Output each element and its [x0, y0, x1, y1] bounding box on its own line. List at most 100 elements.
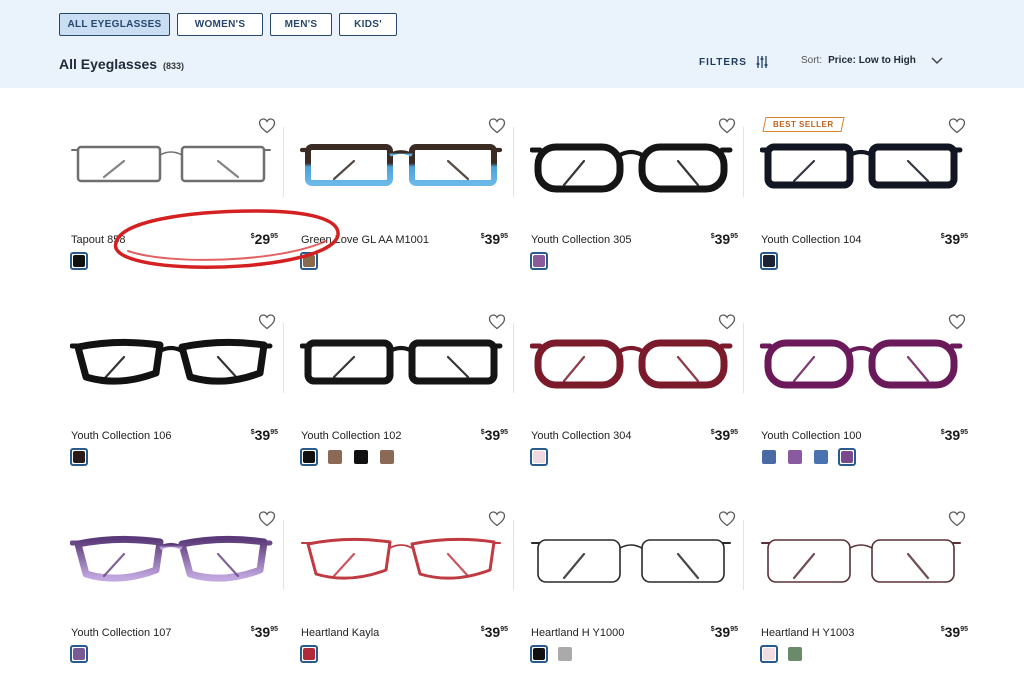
color-swatches — [530, 448, 548, 466]
color-swatches — [70, 252, 88, 270]
price-dollars: 39 — [484, 231, 501, 247]
color-swatch[interactable] — [812, 448, 830, 466]
filters-button[interactable]: FILTERS — [699, 55, 769, 69]
eyeglasses-image[interactable] — [69, 532, 280, 602]
color-swatch[interactable] — [378, 448, 396, 466]
product-name[interactable]: Heartland H Y1003 — [761, 627, 854, 639]
favorite-heart-icon[interactable] — [488, 510, 506, 528]
favorite-heart-icon[interactable] — [718, 117, 736, 135]
color-swatches — [760, 252, 778, 270]
color-swatch[interactable] — [352, 448, 370, 466]
product-card[interactable]: Tapout 858 $2995 — [70, 117, 280, 297]
product-name[interactable]: Youth Collection 100 — [761, 430, 862, 442]
tab-all-eyeglasses[interactable]: ALL EYEGLASSES — [59, 13, 170, 36]
product-name[interactable]: Heartland H Y1000 — [531, 627, 624, 639]
product-card[interactable]: Youth Collection 102 $3995 — [299, 313, 510, 493]
product-price: $3995 — [481, 427, 508, 443]
color-swatch[interactable] — [556, 645, 574, 663]
color-swatches — [530, 252, 548, 270]
color-swatch[interactable] — [70, 645, 88, 663]
color-swatch[interactable] — [530, 448, 548, 466]
color-swatches — [530, 645, 574, 663]
color-swatch[interactable] — [530, 645, 548, 663]
color-swatch[interactable] — [786, 448, 804, 466]
price-dollars: 39 — [254, 624, 271, 640]
favorite-heart-icon[interactable] — [258, 510, 276, 528]
column-divider — [513, 323, 514, 393]
product-name[interactable]: Youth Collection 106 — [71, 430, 172, 442]
favorite-heart-icon[interactable] — [948, 117, 966, 135]
product-name[interactable]: Heartland Kayla — [301, 627, 379, 639]
product-card[interactable]: Heartland Kayla $3995 — [300, 510, 510, 690]
product-name[interactable]: Youth Collection 104 — [761, 234, 862, 246]
currency-symbol: $ — [250, 233, 255, 240]
swatch-chip — [788, 450, 802, 464]
tab-womens[interactable]: WOMEN'S — [177, 13, 263, 36]
color-swatch[interactable] — [70, 448, 88, 466]
eyeglasses-image[interactable] — [529, 139, 740, 209]
product-card[interactable]: Green Love GL AA M1001 $3995 — [299, 117, 510, 297]
eyeglasses-image[interactable] — [759, 335, 970, 405]
favorite-heart-icon[interactable] — [258, 313, 276, 331]
tab-mens[interactable]: MEN'S — [270, 13, 332, 36]
product-card[interactable]: Heartland H Y1003 $3995 — [760, 510, 970, 690]
color-swatch[interactable] — [326, 448, 344, 466]
eyeglasses-image[interactable] — [760, 532, 970, 602]
column-divider — [283, 127, 284, 197]
product-card[interactable]: Youth Collection 100 $3995 — [759, 313, 970, 493]
favorite-heart-icon[interactable] — [948, 510, 966, 528]
eyeglasses-image[interactable] — [530, 532, 740, 602]
product-card[interactable]: Youth Collection 305 $3995 — [529, 117, 740, 297]
eyeglasses-image[interactable] — [759, 139, 970, 209]
product-card[interactable]: Youth Collection 106 $3995 — [69, 313, 280, 493]
color-swatch[interactable] — [300, 448, 318, 466]
color-swatch[interactable] — [760, 252, 778, 270]
product-card[interactable]: BEST SELLER Youth Collection 104 $3995 — [759, 117, 970, 297]
product-price: $2995 — [251, 231, 278, 247]
currency-symbol: $ — [710, 429, 715, 436]
favorite-heart-icon[interactable] — [488, 313, 506, 331]
product-card[interactable]: Youth Collection 304 $3995 — [529, 313, 740, 493]
currency-symbol: $ — [710, 233, 715, 240]
favorite-heart-icon[interactable] — [718, 313, 736, 331]
color-swatch[interactable] — [530, 252, 548, 270]
product-name[interactable]: Youth Collection 305 — [531, 234, 632, 246]
color-swatch[interactable] — [760, 645, 778, 663]
color-swatch[interactable] — [300, 252, 318, 270]
color-swatch[interactable] — [838, 448, 856, 466]
sort-value: Price: Low to High — [828, 55, 916, 66]
favorite-heart-icon[interactable] — [718, 510, 736, 528]
column-divider — [283, 323, 284, 393]
color-swatch[interactable] — [70, 252, 88, 270]
product-name[interactable]: Youth Collection 107 — [71, 627, 172, 639]
eyeglasses-image[interactable] — [299, 139, 510, 209]
product-name[interactable]: Youth Collection 304 — [531, 430, 632, 442]
currency-symbol: $ — [940, 626, 945, 633]
product-card[interactable]: Heartland H Y1000 $3995 — [530, 510, 740, 690]
swatch-chip — [533, 648, 545, 660]
price-dollars: 39 — [714, 427, 731, 443]
product-name[interactable]: Green Love GL AA M1001 — [301, 234, 429, 246]
page-title-text: All Eyeglasses — [59, 56, 158, 72]
eyeglasses-image[interactable] — [70, 139, 280, 209]
eyeglasses-image[interactable] — [299, 335, 510, 405]
swatch-chip — [763, 648, 775, 660]
swatch-chip — [814, 450, 828, 464]
favorite-heart-icon[interactable] — [488, 117, 506, 135]
eyeglasses-image[interactable] — [300, 532, 510, 602]
eyeglasses-image[interactable] — [529, 335, 740, 405]
sort-dropdown[interactable]: Sort: Price: Low to High — [801, 55, 944, 66]
eyeglasses-image[interactable] — [69, 335, 280, 405]
product-name[interactable]: Tapout 858 — [71, 234, 125, 246]
column-divider — [743, 127, 744, 197]
currency-symbol: $ — [940, 233, 945, 240]
color-swatch[interactable] — [300, 645, 318, 663]
product-card[interactable]: Youth Collection 107 $3995 — [69, 510, 280, 690]
tab-kids[interactable]: KIDS' — [339, 13, 397, 36]
product-name[interactable]: Youth Collection 102 — [301, 430, 402, 442]
color-swatch[interactable] — [786, 645, 804, 663]
chevron-down-icon — [931, 56, 943, 64]
color-swatch[interactable] — [760, 448, 778, 466]
favorite-heart-icon[interactable] — [948, 313, 966, 331]
favorite-heart-icon[interactable] — [258, 117, 276, 135]
